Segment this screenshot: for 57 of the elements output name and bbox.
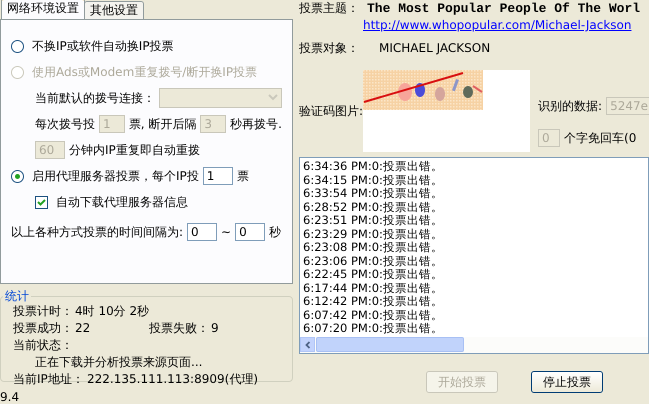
- option-label: 每次拨号投: [35, 116, 95, 132]
- log-line: 6:33:54 PM:0:投票出错。: [303, 187, 444, 200]
- log-line: 6:12:42 PM:0:投票出错。: [303, 295, 444, 308]
- radio-button[interactable]: [11, 170, 24, 182]
- checkbox-label: 自动下载代理服务器信息: [56, 194, 188, 210]
- stat-label: 当前状态：: [13, 336, 73, 354]
- option-label: 当前默认的拨号连接：: [35, 90, 155, 106]
- radio-label: 使用Ads或Modem重复拨号/断开换IP投票: [32, 64, 258, 80]
- log-line: 6:23:51 PM:0:投票出错。: [303, 214, 444, 228]
- tab[interactable]: 其他设置: [84, 1, 144, 19]
- stat-value: 9: [211, 321, 219, 335]
- number-field[interactable]: 0: [187, 223, 218, 241]
- field-label: 投票主题：: [299, 0, 359, 17]
- log-line: 6:28:52 PM:0:投票出错。: [303, 200, 444, 214]
- option-label: 票: [236, 168, 249, 184]
- option-label: 以上各种方式投票的时间间隔为:: [11, 224, 184, 240]
- radio-label: 启用代理服务器投票，每个IP投: [32, 168, 199, 184]
- vote-button[interactable]: 停止投票: [531, 371, 603, 393]
- option-label: 秒再拨号.: [230, 116, 282, 132]
- stat-label: 当前IP地址：: [13, 370, 85, 388]
- stat-label: 投票成功：: [13, 320, 74, 336]
- scroll-left-icon[interactable]: [300, 337, 315, 352]
- stat-value: 正在下载并分析投票来源页面...: [35, 354, 202, 370]
- stat-label: 投票计时：: [13, 302, 74, 320]
- log-line: 6:34:15 PM:0:投票出错。: [303, 174, 444, 187]
- log-line: 6:22:45 PM:0:投票出错。: [303, 268, 444, 282]
- field-label: 验证码图片:: [299, 103, 364, 120]
- field-label: 投票对象：: [299, 40, 359, 56]
- option-label: 秒: [269, 224, 282, 240]
- log-line: 6:23:29 PM:0:投票出错。: [303, 228, 444, 241]
- scroll-thumb[interactable]: [316, 337, 464, 352]
- log-line: 6:34:36 PM:0:投票出错。: [303, 160, 444, 174]
- log-line: 6:07:42 PM:0:投票出错。: [303, 308, 444, 322]
- option-label: 票, 断开后隔: [128, 116, 196, 132]
- log-line: 6:23:08 PM:0:投票出错。: [303, 241, 444, 254]
- option-label: ~: [221, 225, 232, 239]
- radio-label: 不换IP或软件自动换IP投票: [32, 38, 174, 54]
- number-field[interactable]: 1: [202, 167, 233, 185]
- checkbox[interactable]: [35, 196, 48, 208]
- log-line: 6:23:06 PM:0:投票出错。: [303, 254, 444, 268]
- field-label: 个字免回车(0: [564, 130, 636, 146]
- horizontal-scrollbar[interactable]: [300, 337, 648, 353]
- radio-button[interactable]: [11, 40, 24, 52]
- number-field[interactable]: 0: [235, 223, 266, 241]
- vote-link[interactable]: http://www.whopopular.com/Michael-Jackson: [363, 18, 649, 32]
- stat-value: 4时 10分 2秒: [75, 302, 150, 320]
- stat-value: 222.135.111.113:8909(代理): [87, 370, 258, 388]
- stat-value: 22: [75, 321, 92, 335]
- vote-subject: The Most Popular People Of The Worl: [367, 1, 640, 16]
- field-label: 识别的数据:: [538, 98, 602, 114]
- log-line: 6:17:44 PM:0:投票出错。: [303, 282, 444, 295]
- log-line: 6:07:20 PM:0:投票出错。: [303, 322, 444, 336]
- option-label: 分钟内IP重复即自动重拨: [69, 142, 200, 158]
- tab[interactable]: 网络环境设置: [1, 0, 85, 19]
- vote-target: MICHAEL JACKSON: [379, 41, 490, 55]
- version-text: 9.4: [0, 390, 20, 404]
- stat-label: 投票失败：: [149, 320, 210, 336]
